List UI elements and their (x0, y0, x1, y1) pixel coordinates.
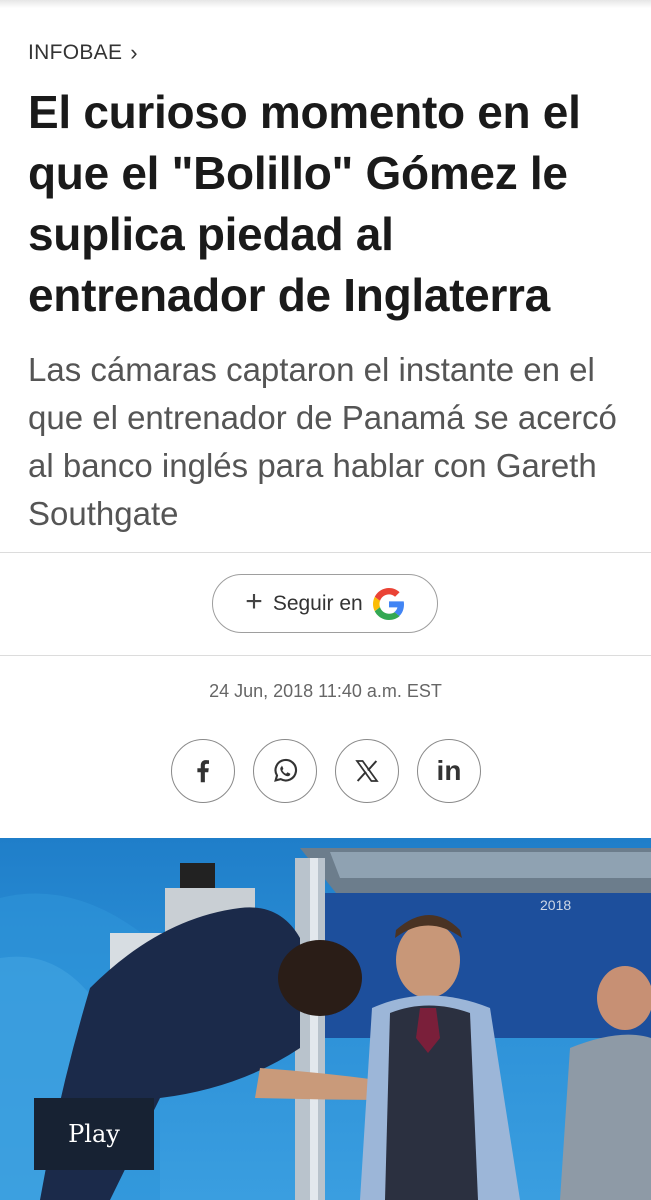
article-headline: El curioso momento en el que el "Bolillo… (28, 86, 581, 321)
top-bar-shadow (0, 0, 651, 8)
share-facebook-button[interactable] (171, 739, 235, 803)
publish-date: 24 Jun, 2018 11:40 a.m. EST (209, 681, 442, 701)
section-breadcrumb[interactable]: INFOBAE › (28, 40, 138, 66)
google-logo-icon (372, 587, 404, 620)
article-subheadline: Las cámaras captaron el instante en el q… (28, 351, 617, 532)
plus-icon: + (245, 585, 263, 618)
section-label[interactable]: INFOBAE (28, 41, 122, 65)
share-linkedin-button[interactable]: in (417, 739, 481, 803)
chevron-right-icon: › (130, 40, 138, 65)
overlay-2018-text: 2018 (540, 897, 571, 913)
divider (0, 552, 651, 553)
share-whatsapp-button[interactable] (253, 739, 317, 803)
divider (0, 655, 651, 656)
linkedin-icon: in (436, 755, 462, 786)
share-x-button[interactable] (335, 739, 399, 803)
follow-on-google-button[interactable]: + Seguir en (212, 574, 438, 633)
facebook-icon (197, 760, 209, 783)
share-buttons: in (171, 739, 481, 803)
follow-label: Seguir en (272, 591, 363, 615)
play-button[interactable]: Play (34, 1098, 154, 1170)
x-icon (355, 760, 379, 782)
whatsapp-icon (274, 758, 298, 782)
